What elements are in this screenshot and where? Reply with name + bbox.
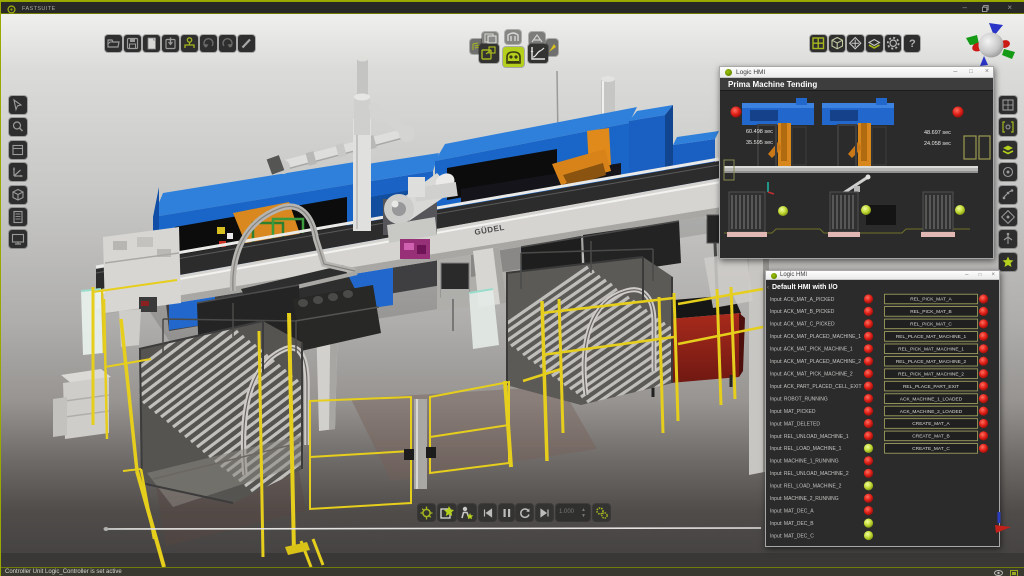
svg-text:Input: REL_UNLOAD_MACHINE_2: Input: REL_UNLOAD_MACHINE_2 (770, 471, 849, 477)
svg-text:35.595 sec: 35.595 sec (746, 140, 773, 146)
svg-text:‹: ‹ (767, 285, 769, 291)
svg-text:REL_PICK_MAT_C: REL_PICK_MAT_C (910, 322, 952, 328)
svg-text:Input: REL_LOAD_MACHINE_2: Input: REL_LOAD_MACHINE_2 (770, 484, 842, 490)
svg-text:24.058 sec: 24.058 sec (924, 141, 951, 147)
svg-text:CREATE_MAT_B: CREATE_MAT_B (912, 434, 949, 440)
svg-text:48.697 sec: 48.697 sec (924, 130, 951, 136)
svg-text:Default HMI with I/O: Default HMI with I/O (772, 284, 838, 291)
svg-text:Input: ACK_MAT_A_PICKED: Input: ACK_MAT_A_PICKED (770, 297, 835, 303)
svg-text:REL_PLACE_MAT_MACHINE_2: REL_PLACE_MAT_MACHINE_2 (896, 359, 967, 365)
svg-text:Input: ACK_MAT_PICK_MACHINE_1: Input: ACK_MAT_PICK_MACHINE_1 (770, 347, 853, 353)
svg-text:Input: MAT_DEC_C: Input: MAT_DEC_C (770, 533, 814, 539)
svg-text:Input: MACHINE_2_RUNNING: Input: MACHINE_2_RUNNING (770, 496, 839, 502)
svg-text:Input: MAT_DEC_B: Input: MAT_DEC_B (770, 521, 814, 527)
svg-text:REL_PICK_MAT_MACHINE_1: REL_PICK_MAT_MACHINE_1 (898, 347, 964, 353)
svg-text:Input: MACHINE_1_RUNNING: Input: MACHINE_1_RUNNING (770, 459, 839, 465)
svg-text:Input: ROBOT_RUNNING: Input: ROBOT_RUNNING (770, 396, 828, 402)
svg-text:REL_PICK_MAT_A: REL_PICK_MAT_A (910, 297, 952, 303)
svg-text:ACK_MACHINE_1_LOADED: ACK_MACHINE_1_LOADED (900, 396, 963, 402)
svg-text:Input: REL_LOAD_MACHINE_1: Input: REL_LOAD_MACHINE_1 (770, 446, 842, 452)
svg-text:REL_PICK_MAT_B: REL_PICK_MAT_B (910, 309, 952, 315)
svg-text:Input: ACK_MAT_B_PICKED: Input: ACK_MAT_B_PICKED (770, 309, 835, 315)
svg-text:Input: MAT_DEC_A: Input: MAT_DEC_A (770, 508, 814, 514)
svg-text:REL_PLACE_PART_EXIT: REL_PLACE_PART_EXIT (903, 384, 959, 390)
svg-text:Input: ACK_MAT_PICK_MACHINE_2: Input: ACK_MAT_PICK_MACHINE_2 (770, 372, 853, 378)
svg-text:Input: MAT_PICKED: Input: MAT_PICKED (770, 409, 816, 415)
svg-text:Input: ACK_MAT_PLACED_MACHINE_: Input: ACK_MAT_PLACED_MACHINE_2 (770, 359, 861, 365)
svg-text:?: ? (909, 38, 916, 50)
svg-text:CREATE_MAT_C: CREATE_MAT_C (912, 446, 950, 452)
svg-text:Input: MAT_DELETED: Input: MAT_DELETED (770, 421, 820, 427)
svg-text:Input: ACK_MAT_PLACED_MACHINE_: Input: ACK_MAT_PLACED_MACHINE_1 (770, 334, 861, 340)
svg-text:ACK_MACHINE_2_LOADED: ACK_MACHINE_2_LOADED (900, 409, 963, 415)
svg-text:Input: ACK_MAT_C_PICKED: Input: ACK_MAT_C_PICKED (770, 322, 835, 328)
svg-text:CREATE_MAT_A: CREATE_MAT_A (912, 421, 950, 427)
svg-text:Input: REL_UNLOAD_MACHINE_1: Input: REL_UNLOAD_MACHINE_1 (770, 434, 849, 440)
svg-text:Input: ACK_PART_PLACED_CELL_EX: Input: ACK_PART_PLACED_CELL_EXIT (770, 384, 862, 390)
svg-text:REL_PLACE_MAT_MACHINE_1: REL_PLACE_MAT_MACHINE_1 (896, 334, 967, 340)
svg-text:60.498 sec: 60.498 sec (746, 129, 773, 135)
svg-text:REL_PICK_MAT_MACHINE_2: REL_PICK_MAT_MACHINE_2 (898, 371, 964, 377)
